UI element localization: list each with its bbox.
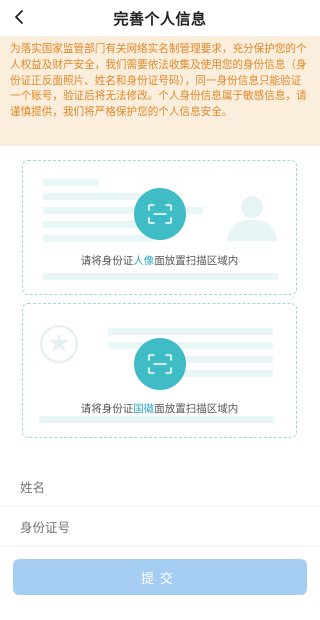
scan-frame-icon — [148, 354, 172, 374]
id-number-input[interactable] — [18, 507, 302, 547]
scan-back-button[interactable] — [134, 338, 186, 390]
placeholder-line — [43, 273, 278, 280]
back-scan-hint: 请将身份证国徽面放置扫描区域内 — [80, 403, 239, 415]
id-number-field — [0, 507, 320, 547]
privacy-notice: 为落实国家监管部门有关网络实名制管理要求，充分保护您的个人权益及财产安全，我们需… — [0, 36, 320, 146]
placeholder-line — [173, 370, 273, 377]
submit-button[interactable]: 提交 — [13, 559, 307, 595]
id-front-scan-area[interactable]: 请将身份证人像面放置扫描区域内 — [22, 160, 297, 295]
placeholder-line — [43, 193, 143, 200]
front-scan-hint: 请将身份证人像面放置扫描区域内 — [80, 255, 239, 267]
scan-front-button[interactable] — [134, 188, 186, 240]
scan-frame-icon — [148, 204, 172, 224]
placeholder-line — [173, 356, 273, 363]
placeholder-line — [39, 416, 274, 423]
name-input[interactable] — [18, 467, 302, 507]
placeholder-line — [108, 328, 273, 335]
national-emblem-icon — [39, 324, 79, 364]
person-silhouette-icon — [227, 196, 277, 241]
placeholder-line — [43, 179, 98, 186]
placeholder-line — [108, 342, 273, 349]
page-title: 完善个人信息 — [113, 10, 207, 28]
id-back-scan-area[interactable]: 请将身份证国徽面放置扫描区域内 — [22, 303, 297, 438]
name-field — [0, 467, 320, 507]
header: 完善个人信息 — [0, 0, 320, 36]
placeholder-line — [43, 235, 153, 242]
